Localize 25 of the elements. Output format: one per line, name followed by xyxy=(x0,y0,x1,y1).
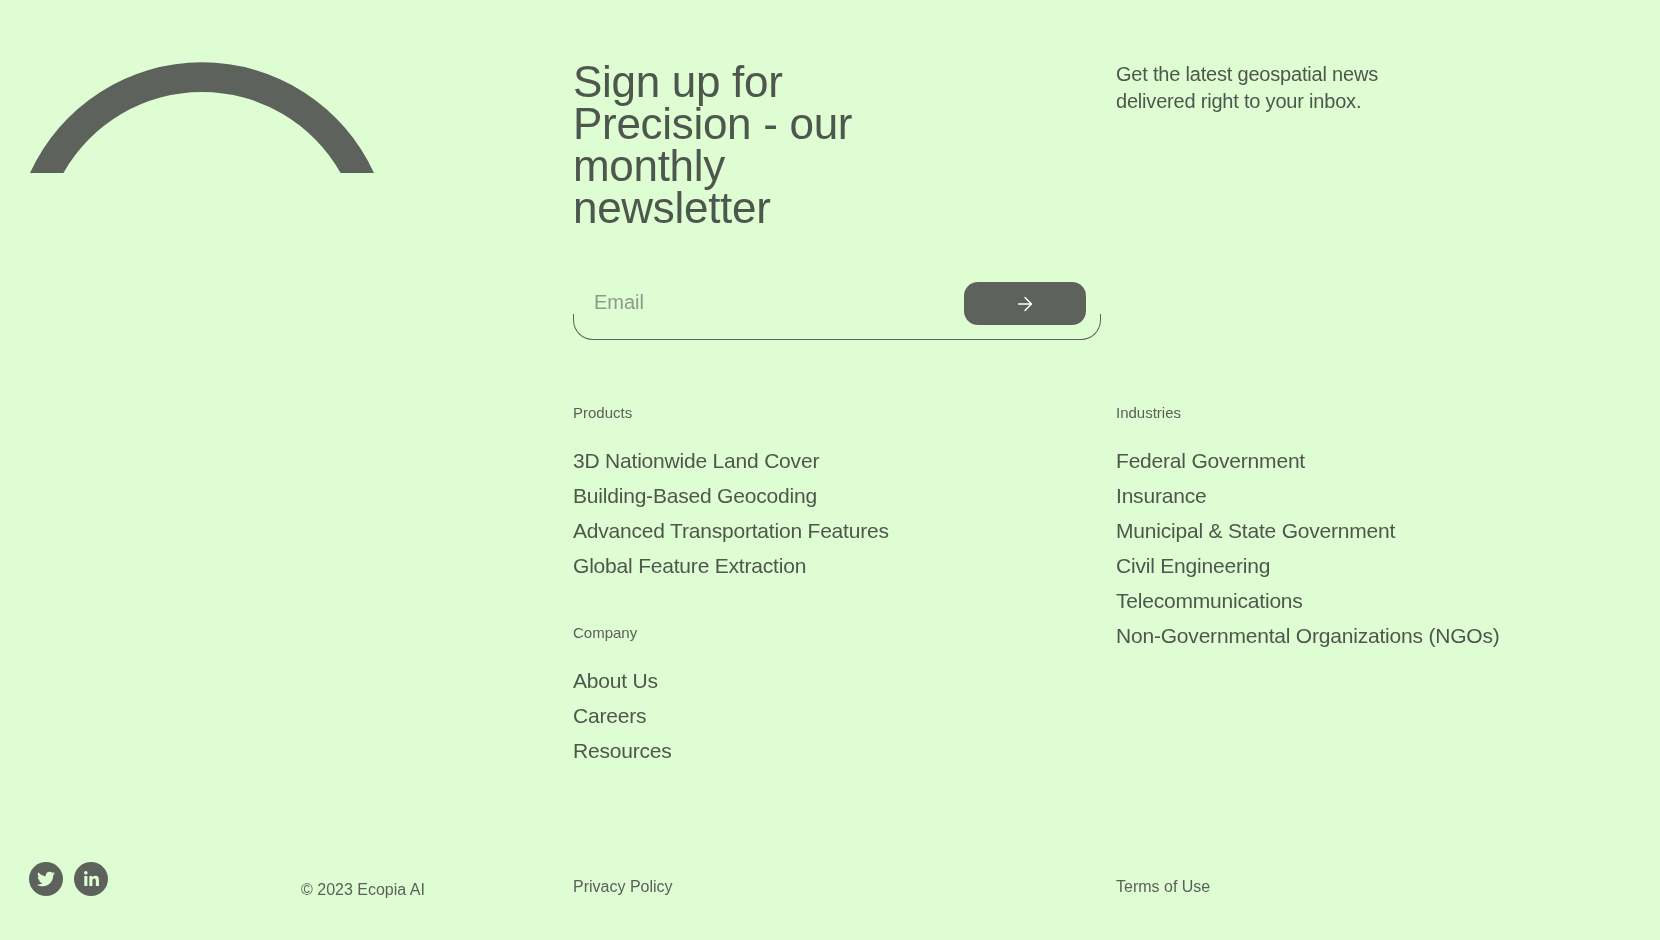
nav-link[interactable]: Non-Governmental Organizations (NGOs) xyxy=(1116,618,1500,653)
nav-link[interactable]: About Us xyxy=(573,663,658,698)
newsletter-heading: Sign up for Precision - our monthly newsletter xyxy=(573,61,854,229)
newsletter-description: Get the latest geospatial news delivered right to your inbox. xyxy=(1116,62,1379,114)
group-heading: Industries xyxy=(1116,403,1182,423)
nav-link[interactable]: Global Feature Extraction xyxy=(573,548,807,583)
nav-link[interactable]: Federal Government xyxy=(1116,443,1305,478)
nav-link[interactable]: Insurance xyxy=(1116,478,1207,513)
twitter-icon[interactable] xyxy=(29,862,63,896)
nav-link[interactable]: Civil Engineering xyxy=(1116,548,1271,583)
nav-link[interactable]: Municipal & State Government xyxy=(1116,513,1396,548)
nav-link[interactable]: Resources xyxy=(573,733,672,768)
group-heading: Products xyxy=(573,403,633,423)
nav-link[interactable]: Careers xyxy=(573,698,647,733)
submit-button[interactable] xyxy=(964,282,1086,325)
nav-link[interactable]: Telecommunications xyxy=(1116,583,1303,618)
linkedin-icon[interactable] xyxy=(74,862,108,896)
footer-link[interactable]: Privacy Policy xyxy=(573,877,673,897)
group-heading: Company xyxy=(573,623,638,643)
copyright-text: © 2023 Ecopia AI xyxy=(301,880,425,900)
email-input[interactable]: Email xyxy=(573,282,1101,340)
nav-link[interactable]: Building-Based Geocoding xyxy=(573,478,817,513)
nav-link[interactable]: 3D Nationwide Land Cover xyxy=(573,443,820,478)
nav-link[interactable]: Advanced Transportation Features xyxy=(573,513,889,548)
footer-link[interactable]: Terms of Use xyxy=(1116,877,1211,897)
